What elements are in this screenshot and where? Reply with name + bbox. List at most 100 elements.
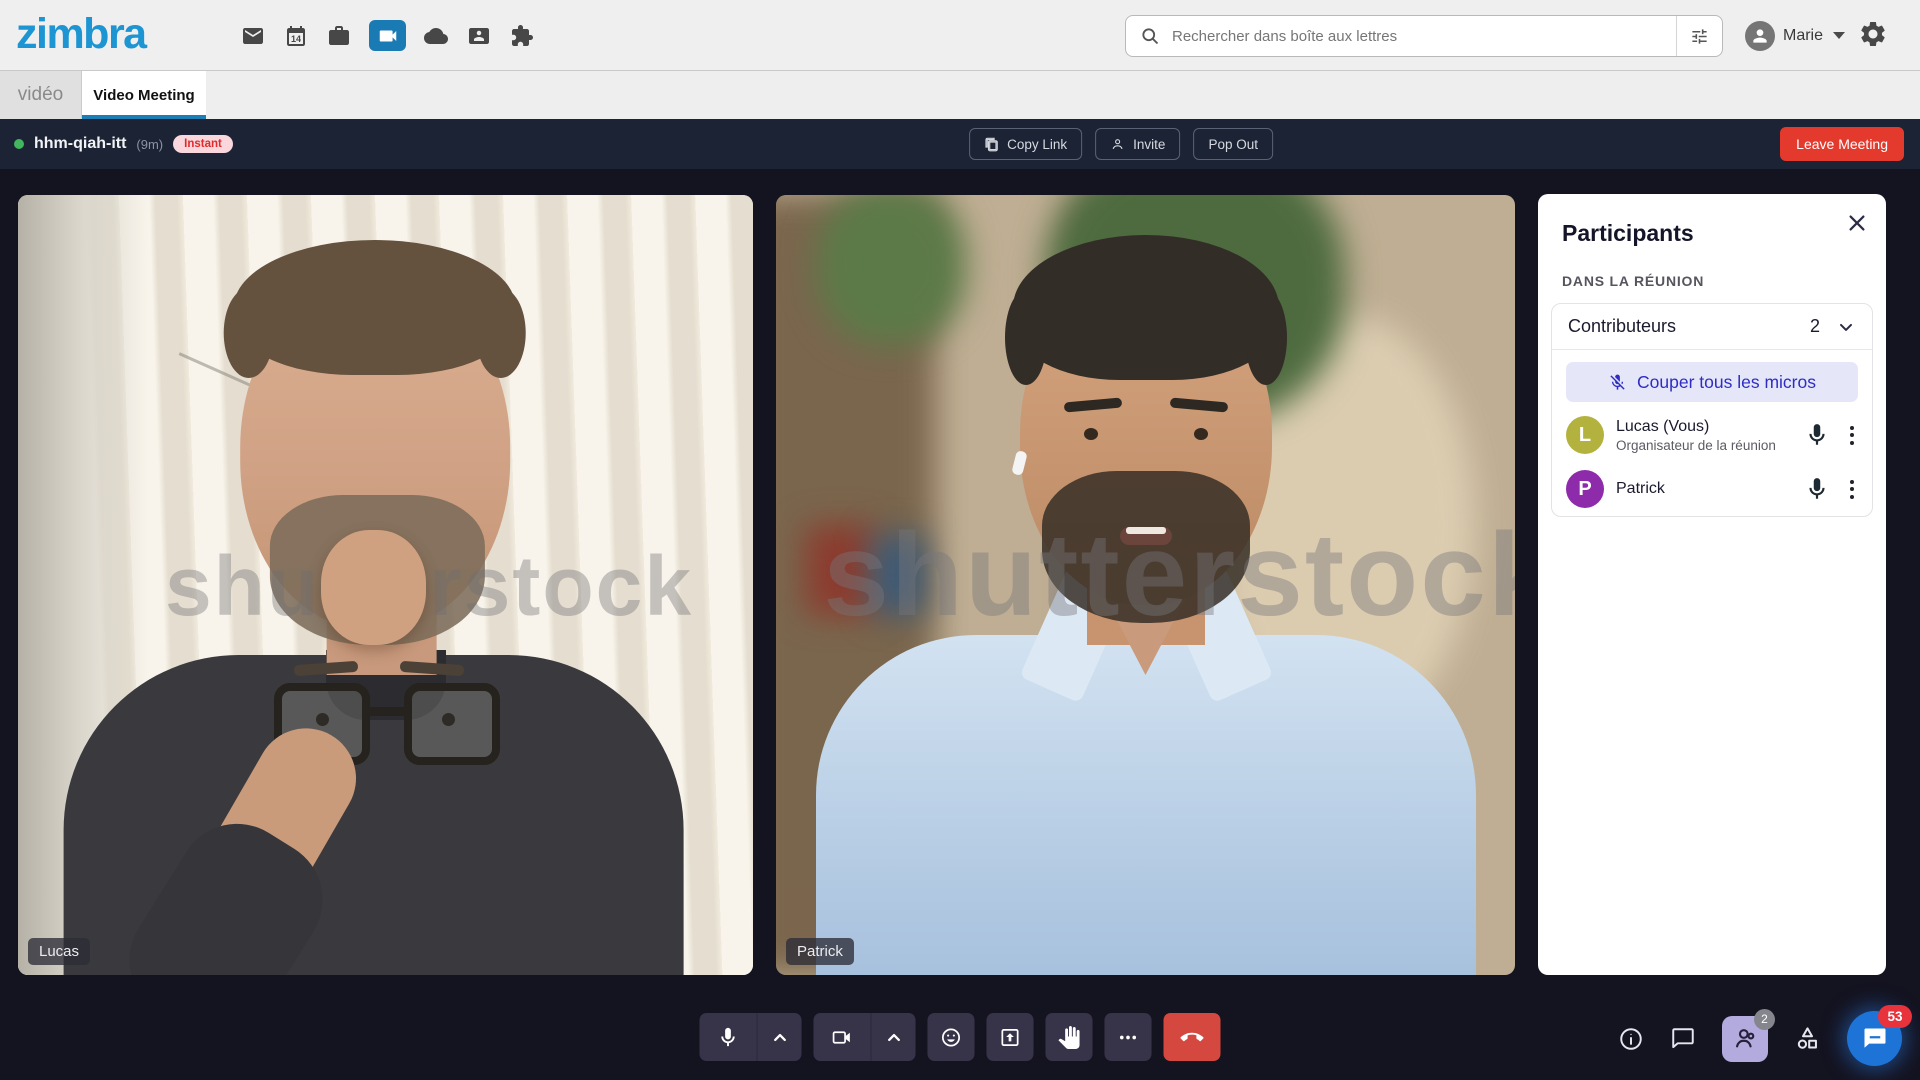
search-bar: [1125, 15, 1723, 57]
mic-options-button[interactable]: [757, 1013, 802, 1061]
microphone-button[interactable]: [700, 1013, 757, 1061]
avatar: P: [1566, 470, 1604, 508]
zimbra-logo: zimbra: [16, 10, 146, 59]
plant: [816, 195, 966, 345]
participants-panel: Participants DANS LA RÉUNION Contributeu…: [1538, 194, 1886, 975]
user-menu[interactable]: Marie: [1745, 0, 1845, 71]
meeting-duration: (9m): [136, 137, 163, 152]
patrick-shirt: [816, 635, 1476, 975]
contacts-icon[interactable]: [466, 23, 492, 49]
contributors-label: Contributeurs: [1568, 316, 1810, 337]
mute-all-label: Couper tous les micros: [1637, 372, 1816, 393]
search-icon: [1140, 26, 1160, 46]
participant-name-label: Lucas: [28, 938, 90, 965]
chat-fab-button[interactable]: 53: [1847, 1011, 1902, 1066]
emoji-icon: [940, 1026, 963, 1049]
reactions-button[interactable]: [928, 1013, 975, 1061]
patrick-eye: [1194, 428, 1208, 440]
participant-info: Lucas (Vous) Organisateur de la réunion: [1616, 418, 1804, 453]
person-icon: [1750, 26, 1770, 46]
contributors-count: 2: [1810, 316, 1820, 337]
invite-person-icon: [1110, 137, 1125, 152]
user-name: Marie: [1783, 27, 1823, 45]
lucas-eye: [442, 713, 455, 726]
meeting-type-badge: Instant: [173, 135, 233, 153]
participant-role: Organisateur de la réunion: [1616, 438, 1804, 453]
lucas-glasses-bridge: [368, 707, 406, 716]
close-panel-button[interactable]: [1846, 212, 1868, 234]
briefcase-icon[interactable]: [326, 23, 352, 49]
close-icon: [1846, 212, 1868, 234]
share-screen-icon: [999, 1026, 1022, 1049]
raise-hand-button[interactable]: [1046, 1013, 1093, 1061]
settings-button[interactable]: [1858, 19, 1888, 54]
pop-out-button[interactable]: Pop Out: [1193, 128, 1273, 160]
chevron-up-icon: [768, 1026, 791, 1049]
participant-menu-button[interactable]: [1846, 476, 1858, 503]
invite-label: Invite: [1133, 137, 1165, 152]
patrick-eye: [1084, 428, 1098, 440]
lucas-hand: [321, 530, 426, 645]
mic-icon[interactable]: [1804, 476, 1830, 502]
participant-menu-button[interactable]: [1846, 422, 1858, 449]
contributors-header[interactable]: Contributeurs 2: [1552, 304, 1872, 350]
participant-info: Patrick: [1616, 480, 1804, 498]
participant-row: L Lucas (Vous) Organisateur de la réunio…: [1552, 408, 1872, 462]
video-tile-patrick[interactable]: shutterstock Patrick: [776, 195, 1515, 975]
comments-button[interactable]: [1670, 1026, 1696, 1052]
meeting-stage: shutterstock Lucas shutterstock: [0, 169, 1920, 1080]
chevron-up-icon: [882, 1026, 905, 1049]
cloud-icon[interactable]: [423, 23, 449, 49]
hang-up-button[interactable]: [1164, 1013, 1221, 1061]
breakout-shapes-button[interactable]: [1794, 1025, 1821, 1052]
invite-button[interactable]: Invite: [1095, 128, 1180, 160]
hang-up-icon: [1181, 1026, 1204, 1049]
meeting-info: hhm-qiah-itt (9m) Instant: [14, 135, 233, 153]
tab-bar: vidéo Video Meeting: [0, 71, 1920, 119]
app-nav-icons: 14: [240, 0, 535, 71]
participant-row: P Patrick: [1552, 462, 1872, 516]
shapes-icon: [1794, 1025, 1821, 1052]
calendar-day: 14: [291, 34, 301, 44]
participants-count-badge: 2: [1754, 1009, 1775, 1030]
meeting-actions: Copy Link Invite Pop Out: [969, 128, 1273, 160]
more-options-button[interactable]: [1105, 1013, 1152, 1061]
meeting-title: hhm-qiah-itt: [34, 135, 126, 153]
avatar: L: [1566, 416, 1604, 454]
copy-icon: [984, 137, 999, 152]
participant-name: Lucas (Vous): [1616, 418, 1804, 436]
mail-icon[interactable]: [240, 23, 266, 49]
user-avatar: [1745, 21, 1775, 51]
calendar-icon[interactable]: 14: [283, 23, 309, 49]
camera-options-button[interactable]: [871, 1013, 916, 1061]
patrick-teeth: [1126, 527, 1166, 534]
lucas-hair: [233, 240, 515, 375]
search-filter-button[interactable]: [1676, 16, 1722, 56]
camera-button[interactable]: [814, 1013, 871, 1061]
gear-icon: [1858, 19, 1888, 49]
participants-toggle-button[interactable]: 2: [1722, 1016, 1768, 1062]
utility-buttons: 2 53: [1618, 1011, 1902, 1066]
chevron-down-icon: [1836, 317, 1856, 337]
tab-video-meeting[interactable]: Video Meeting: [82, 71, 206, 119]
mic-control-group: [700, 1013, 802, 1061]
copy-link-button[interactable]: Copy Link: [969, 128, 1082, 160]
mic-icon: [717, 1026, 740, 1049]
patrick-hair: [1013, 235, 1279, 380]
video-tile-lucas[interactable]: shutterstock Lucas: [18, 195, 753, 975]
mic-icon[interactable]: [1804, 422, 1830, 448]
hand-icon: [1058, 1026, 1081, 1049]
tab-video[interactable]: vidéo: [0, 71, 82, 119]
panel-title: Participants: [1538, 194, 1886, 247]
panel-section-label: DANS LA RÉUNION: [1538, 247, 1886, 303]
share-screen-button[interactable]: [987, 1013, 1034, 1061]
status-dot: [14, 139, 24, 149]
ellipsis-icon: [1117, 1026, 1140, 1049]
meeting-info-button[interactable]: [1618, 1026, 1644, 1052]
filter-tune-icon: [1690, 27, 1709, 46]
search-input[interactable]: [1172, 28, 1676, 45]
apps-puzzle-icon[interactable]: [509, 23, 535, 49]
mute-all-button[interactable]: Couper tous les micros: [1566, 362, 1858, 402]
leave-meeting-button[interactable]: Leave Meeting: [1780, 127, 1904, 161]
video-icon[interactable]: [369, 20, 406, 51]
